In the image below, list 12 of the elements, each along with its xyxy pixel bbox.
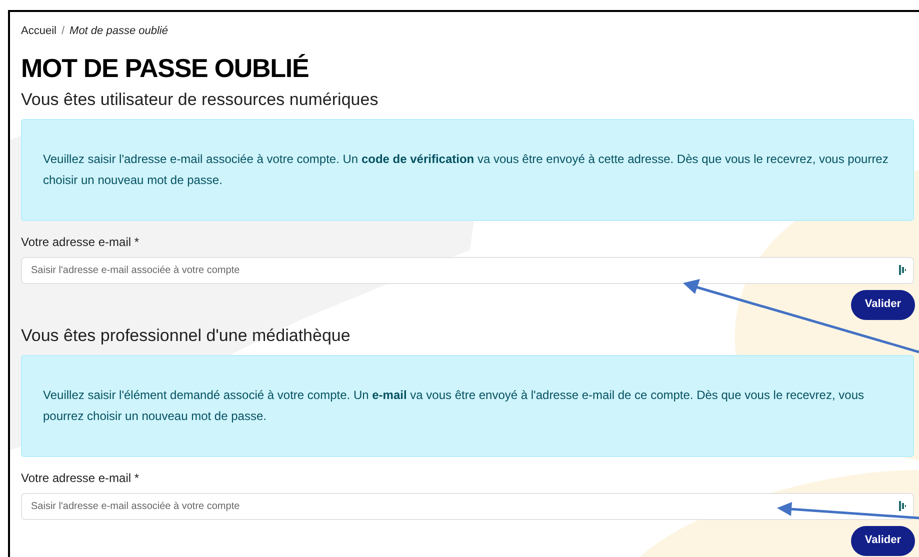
info-text: Veuillez saisir l'adresse e-mail associée à votre compte. Un code de vérification va vous être envoyé à cette adresse. Dès que vous le recevrez, vous pourrez choisir un nouveau mot de passe. (43, 150, 890, 188)
email-field[interactable]: Saisir l'adresse e-mail associée à votre compte (21, 492, 914, 520)
field-label: Votre adresse e-mail * (21, 470, 140, 486)
info-text: Veuillez saisir l'élément demandé associé à votre compte. Un e-mail va vous être envoyé à l'adresse e-mail de ce compte. Dès que vous le recevrez, vous pourrez choisir un nouveau mot de passe. (43, 386, 865, 424)
section-heading: Vous êtes utilisateur de ressources numériques (21, 88, 378, 110)
section-heading: Vous êtes professionnel d'une médiathèque (21, 324, 350, 346)
breadcrumb-current: Mot de passe oublié (70, 24, 168, 39)
page-title: MOT DE PASSE OUBLIÉ (21, 52, 309, 84)
field-label: Votre adresse e-mail * (21, 234, 140, 250)
email-field[interactable]: Saisir l'adresse e-mail associée à votre compte (21, 256, 914, 284)
breadcrumb-link[interactable]: Accueil (21, 23, 56, 40)
breadcrumb-separator: / (61, 24, 65, 39)
